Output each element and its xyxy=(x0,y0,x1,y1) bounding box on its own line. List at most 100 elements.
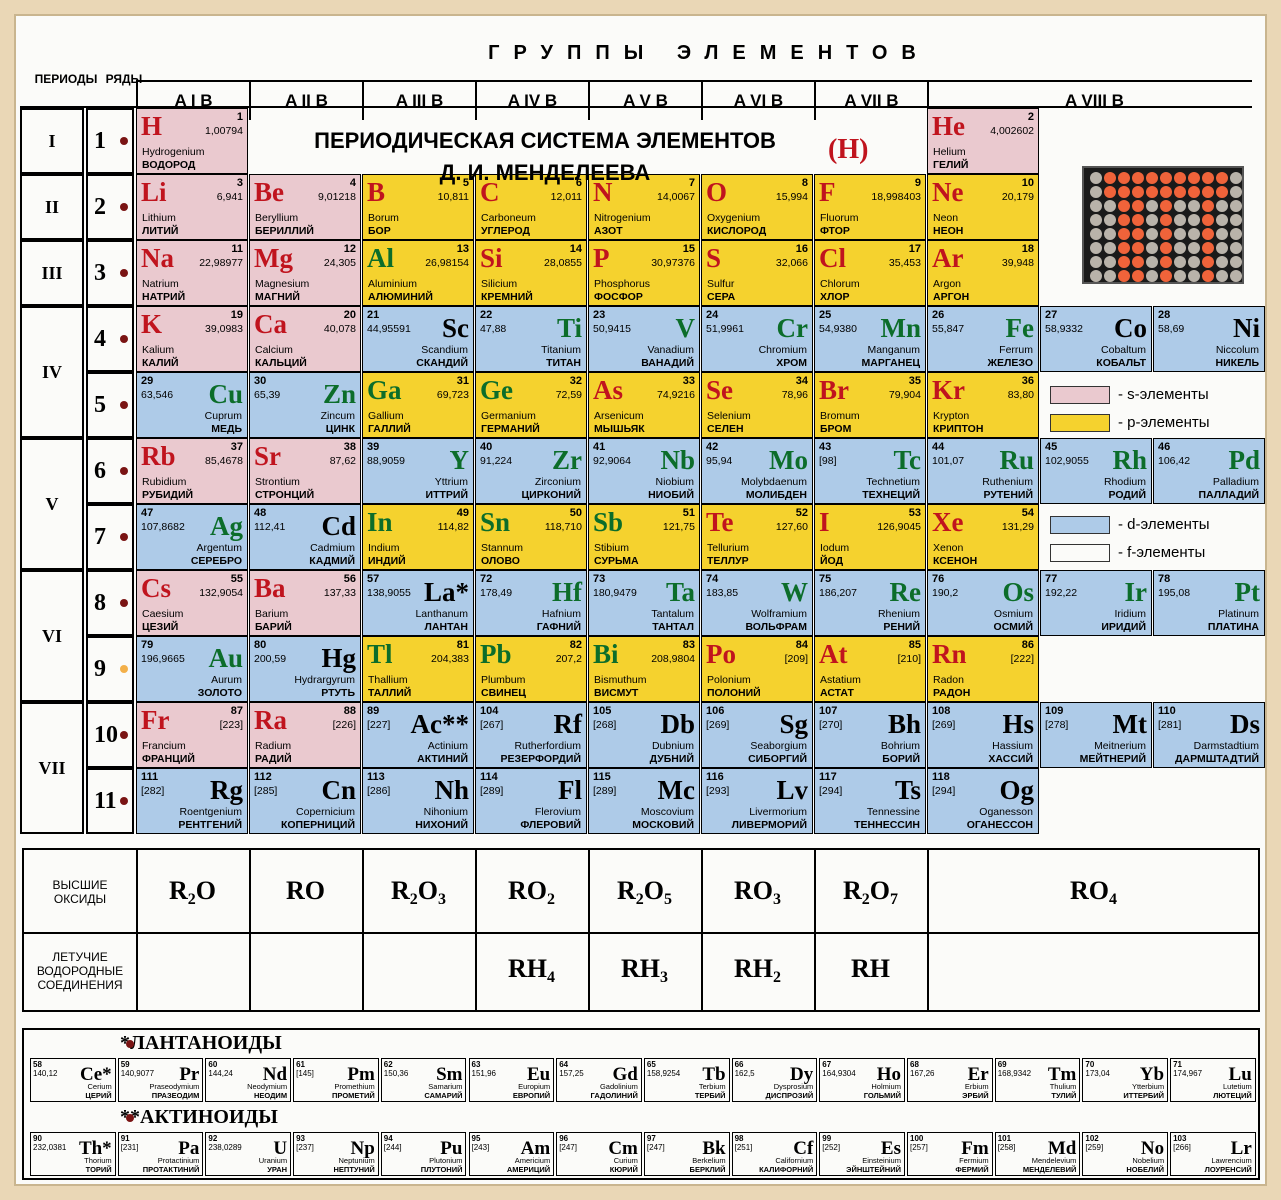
russian-name: МОЛИБДЕН xyxy=(745,489,807,501)
atomic-number: 85 xyxy=(908,639,921,651)
latin-name: Radon xyxy=(933,674,964,686)
f-element-cell-Sm: 62 150,36 Sm Samarium САМАРИЙ xyxy=(380,1058,467,1102)
russian-name: АЛЮМИНИЙ xyxy=(368,291,433,303)
atomic-mass: 168,9342 xyxy=(997,1069,1032,1078)
atomic-number: 12 xyxy=(343,243,356,255)
element-cell-Sr: 38 87,62 Sr Strontium СТРОНЦИЙ xyxy=(249,438,361,504)
element-symbol: Sn xyxy=(480,507,511,537)
atomic-number: 113 xyxy=(367,771,385,783)
element-cell-Mc: 115 [289] Mc Moscovium МОСКОВИЙ xyxy=(588,768,700,834)
element-cell-Ds: 110 [281] Ds Darmstadtium ДАРМШТАДТИЙ xyxy=(1153,702,1265,768)
element-symbol: Pt xyxy=(1234,577,1260,607)
led-dot xyxy=(1118,200,1130,212)
latin-name: Ruthenium xyxy=(982,476,1033,488)
russian-name: НИКЕЛЬ xyxy=(1215,357,1259,369)
element-symbol: Al xyxy=(367,243,394,273)
latin-name: Xenon xyxy=(933,542,964,554)
russian-name: САМАРИЙ xyxy=(424,1091,463,1100)
element-symbol: Hs xyxy=(1002,709,1034,739)
russian-name: БАРИЙ xyxy=(255,621,292,633)
russian-name: ТЕЛЛУР xyxy=(707,555,749,567)
led-dot xyxy=(1146,242,1158,254)
led-dot xyxy=(1118,270,1130,282)
f-element-cell-Nd: 60 144,24 Nd Neodymium НЕОДИМ xyxy=(205,1058,292,1102)
element-cell-Pt: 78 195,08 Pt Platinum ПЛАТИНА xyxy=(1153,570,1265,636)
latin-name: Beryllium xyxy=(255,212,299,224)
oxides-label: ВЫСШИЕ ОКСИДЫ xyxy=(52,878,108,906)
latin-name: Argon xyxy=(933,278,962,290)
formula-base: RO xyxy=(734,876,773,905)
atomic-number: 39 xyxy=(367,441,380,453)
atomic-mass: 74,9216 xyxy=(657,389,695,401)
element-cell-As: 33 74,9216 As Arsenicum МЫШЬЯК xyxy=(588,372,700,438)
atomic-mass: 114,82 xyxy=(437,521,469,533)
led-dot xyxy=(1118,172,1130,184)
russian-name: ФРАНЦИЙ xyxy=(142,753,195,765)
latin-name: Terbium xyxy=(698,1082,726,1091)
compounds-divider xyxy=(22,932,1260,934)
russian-name: КИСЛОРОД xyxy=(707,225,767,237)
russian-name: РУТЕНИЙ xyxy=(983,489,1034,501)
element-symbol: Se xyxy=(706,375,733,405)
element-symbol: Rn xyxy=(932,639,967,669)
atomic-number: 111 xyxy=(141,771,159,783)
led-dot xyxy=(1188,200,1200,212)
element-cell-Rn: 86 [222] Rn Radon РАДОН xyxy=(927,636,1039,702)
latin-name: Iodum xyxy=(820,542,850,554)
element-symbol: Ir xyxy=(1124,577,1148,607)
oxide-formula: R2O3 xyxy=(362,878,475,908)
legend-swatch-d xyxy=(1050,516,1110,534)
atomic-mass: [286] xyxy=(367,785,391,797)
led-dot xyxy=(1160,228,1172,240)
row-indicator-led xyxy=(120,665,128,673)
atomic-number: 95 xyxy=(471,1134,481,1143)
led-dot xyxy=(1118,228,1130,240)
periodic-table-board: ПЕРИОДЫ РЯДЫ ГРУППЫ ЭЛЕМЕНТОВ A I BA II … xyxy=(14,14,1267,1186)
russian-name: ИНДИЙ xyxy=(368,555,406,567)
element-symbol: Zn xyxy=(322,379,356,409)
latin-name: Astatium xyxy=(820,674,861,686)
compounds-frame xyxy=(22,848,1260,1012)
element-cell-Au: 79 196,9665 Au Aurum ЗОЛОТО xyxy=(136,636,248,702)
atomic-mass: 40,078 xyxy=(323,323,356,335)
element-symbol: Cr xyxy=(776,313,808,343)
atomic-mass: [282] xyxy=(141,785,165,797)
element-symbol: Mg xyxy=(254,243,293,273)
russian-name: ГАЛЛИЙ xyxy=(368,423,411,435)
atomic-mass: 85,4678 xyxy=(205,455,243,467)
latin-name: Carboneum xyxy=(481,212,536,224)
atomic-mass: 78,96 xyxy=(781,389,808,401)
russian-name: ЦЕЗИЙ xyxy=(142,621,179,633)
oxide-formula: R2O xyxy=(136,878,249,908)
atomic-mass: 20,179 xyxy=(1001,191,1034,203)
atomic-mass: 6,941 xyxy=(216,191,243,203)
oxide-formula: R2O7 xyxy=(814,878,927,908)
latin-name: Indium xyxy=(368,542,400,554)
f-element-cell-Lu: 71 174,967 Lu Lutetium ЛЮТЕЦИЙ xyxy=(1170,1058,1256,1102)
russian-name: ТУЛИЙ xyxy=(1051,1091,1077,1100)
russian-name: РТУТЬ xyxy=(321,687,355,699)
atomic-mass: 87,62 xyxy=(329,455,356,467)
led-dot xyxy=(1216,214,1228,226)
russian-name: ПЛУТОНИЙ xyxy=(420,1165,463,1174)
atomic-number: 70 xyxy=(1085,1060,1095,1069)
formula-base: RH xyxy=(851,954,890,983)
latin-name: Flerovium xyxy=(534,806,581,818)
element-symbol: Cd xyxy=(321,511,356,541)
latin-name: Cuprum xyxy=(204,410,242,422)
latin-name: Osmium xyxy=(993,608,1033,620)
atomic-number: 9 xyxy=(914,177,921,189)
russian-name: ЗОЛОТО xyxy=(197,687,242,699)
led-dot xyxy=(1230,200,1242,212)
russian-name: ЙОД xyxy=(820,555,844,567)
atomic-number: 90 xyxy=(33,1134,42,1143)
atomic-mass: [285] xyxy=(254,785,278,797)
latin-name: Wolframium xyxy=(751,608,807,620)
latin-name: Lithium xyxy=(142,212,176,224)
atomic-mass: [243] xyxy=(471,1143,490,1152)
atomic-number: 19 xyxy=(230,309,243,321)
hydrides-label: ЛЕТУЧИЕ ВОДОРОДНЫЕ СОЕДИНЕНИЯ xyxy=(36,950,124,992)
legend-label-p: - p-элементы xyxy=(1118,414,1210,431)
russian-name: ХРОМ xyxy=(776,357,807,369)
element-symbol: Nh xyxy=(434,775,469,805)
